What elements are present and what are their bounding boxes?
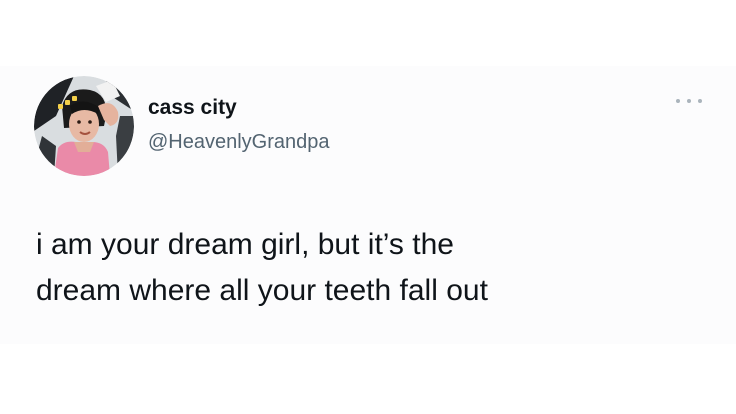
display-name[interactable]: cass city — [148, 96, 237, 120]
top-band — [0, 0, 736, 66]
more-dot — [676, 99, 680, 103]
avatar[interactable] — [34, 76, 134, 176]
more-dot — [698, 99, 702, 103]
bottom-band — [0, 344, 736, 414]
screenshot-canvas: cass city @HeavenlyGrandpa i am your dre… — [0, 0, 736, 414]
user-handle[interactable]: @HeavenlyGrandpa — [148, 130, 330, 154]
more-horizontal-icon[interactable] — [676, 96, 702, 106]
profile-photo-icon — [34, 76, 134, 176]
tweet-text: i am your dream girl, but it’s the dream… — [36, 222, 696, 314]
tweet-text-line: i am your dream girl, but it’s the — [36, 228, 454, 261]
tweet-text-line: dream where all your teeth fall out — [36, 274, 488, 307]
more-dot — [687, 99, 691, 103]
